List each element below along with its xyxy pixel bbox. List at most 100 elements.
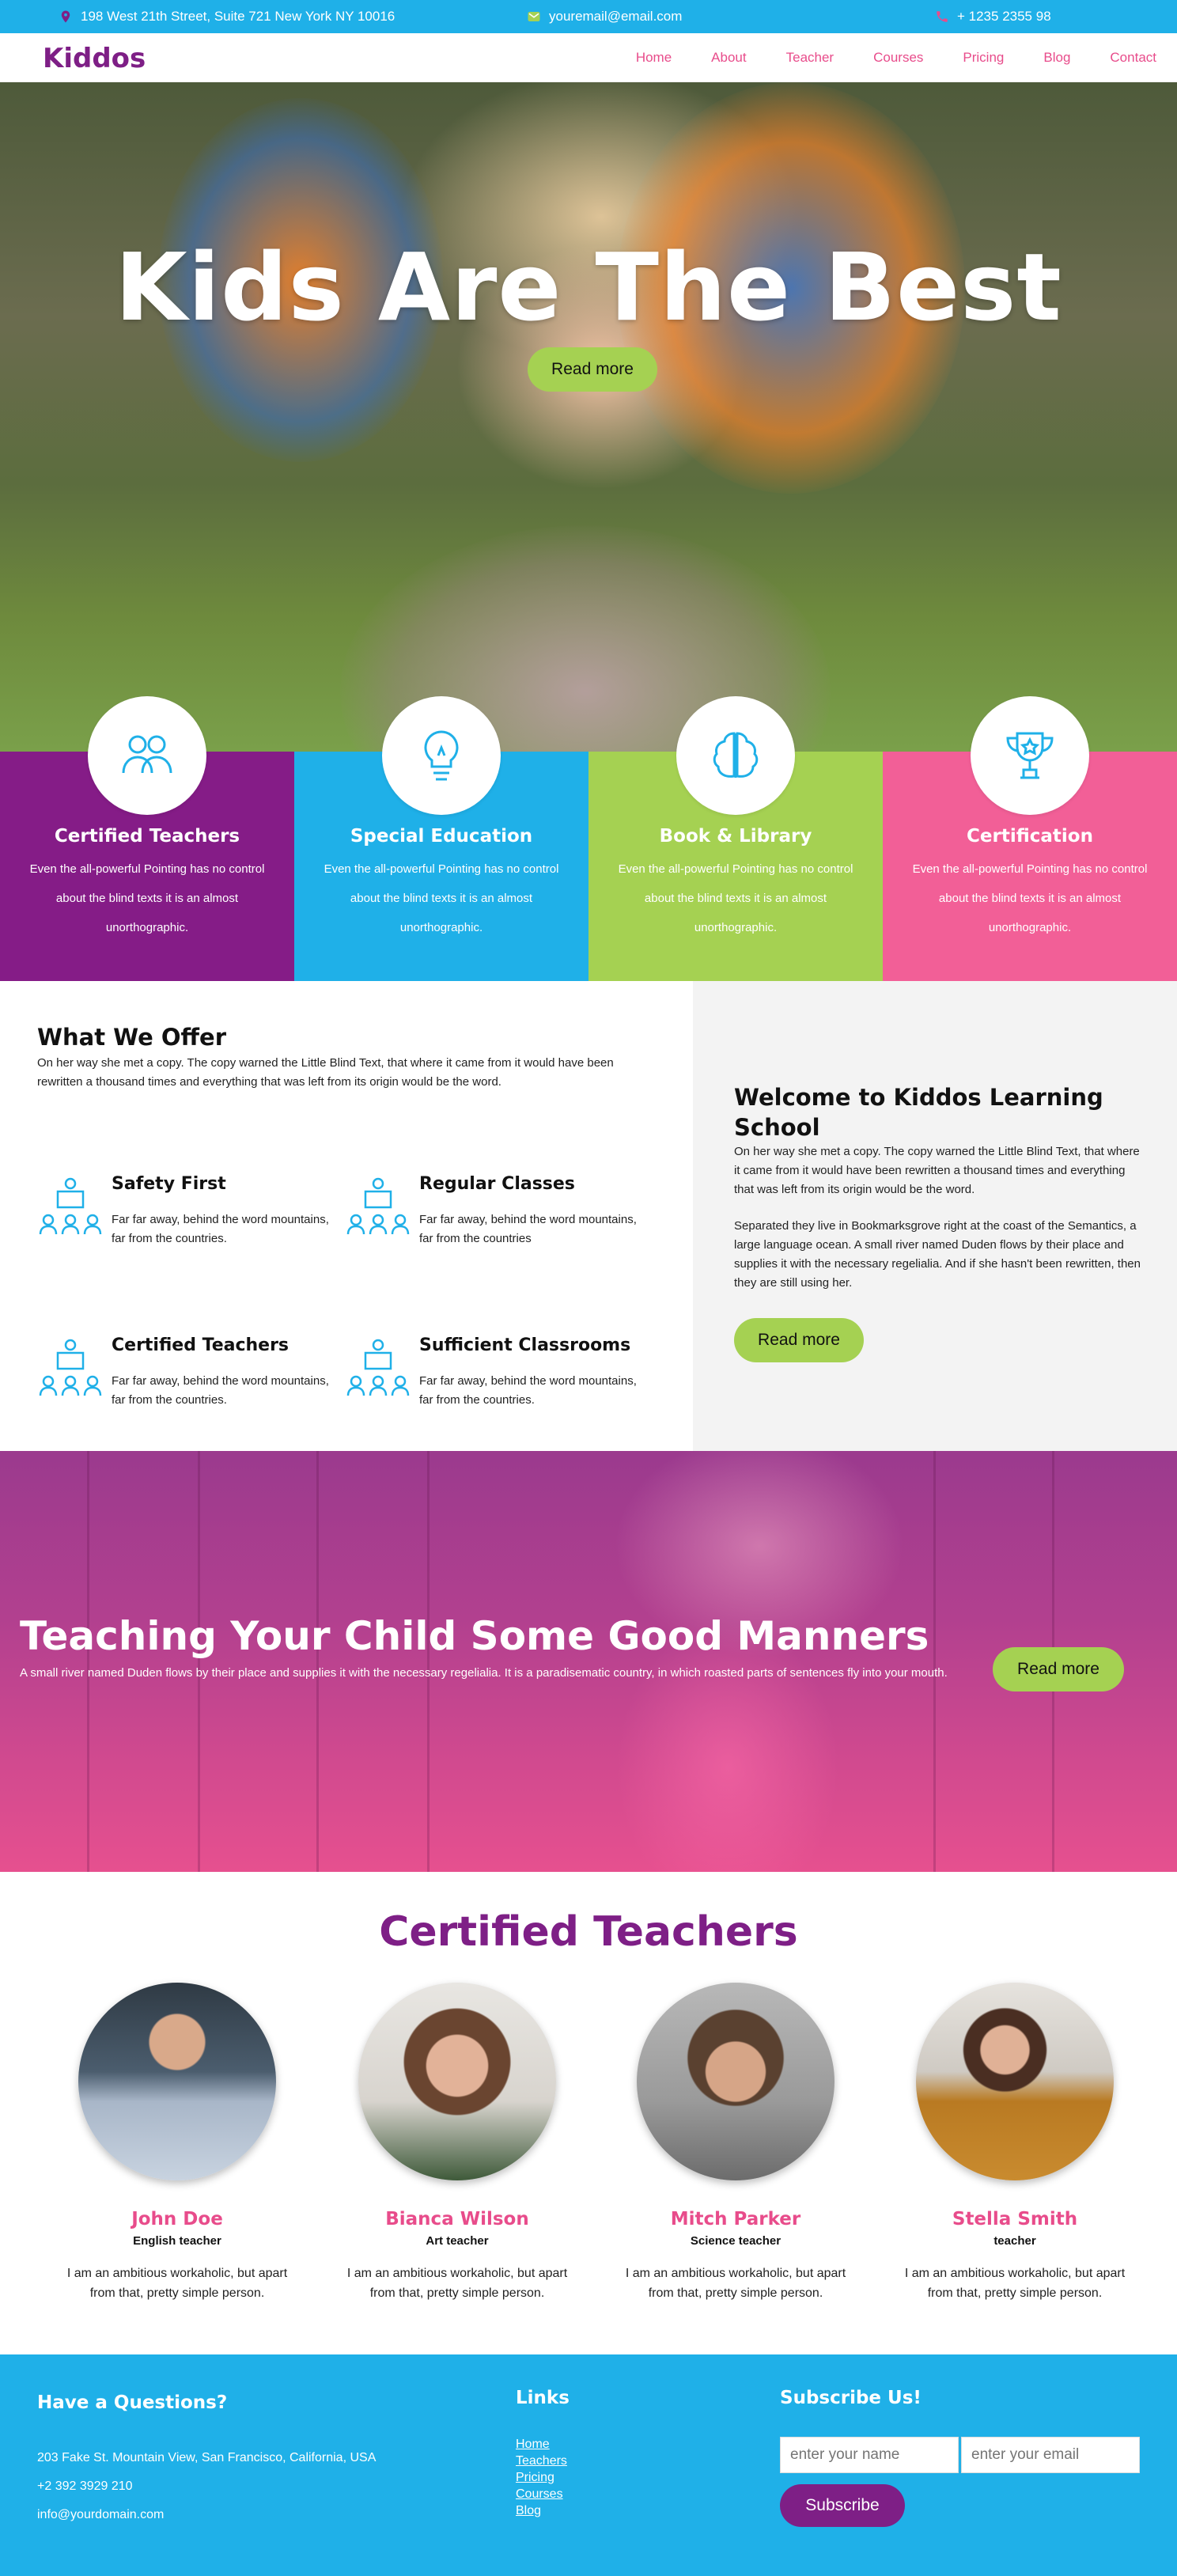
- teacher-bio: I am an ambitious workaholic, but apart …: [904, 2267, 1126, 2300]
- footer-link-pricing[interactable]: Pricing: [516, 2471, 567, 2485]
- wood-plank-line: [933, 1451, 936, 1872]
- footer-link-teachers[interactable]: Teachers: [516, 2454, 567, 2468]
- teacher-avatar: [916, 1983, 1114, 2180]
- feature-text: Even the all-powerful Pointing has no co…: [29, 862, 265, 934]
- feature-title: Certified Teachers: [54, 826, 240, 847]
- feature-title: Certification: [967, 826, 1093, 847]
- brand-logo[interactable]: Kiddos: [43, 43, 146, 74]
- teacher-name: Mitch Parker: [670, 2209, 801, 2229]
- wood-plank-line: [87, 1451, 89, 1872]
- footer-links-list: Home Teachers Pricing Courses Blog: [516, 2438, 567, 2518]
- phone-text[interactable]: + 1235 2355 98: [957, 9, 1051, 25]
- footer-questions-title: Have a Questions?: [37, 2392, 228, 2413]
- certified-teachers-section: Certified Teachers John Doe English teac…: [0, 1872, 1177, 2354]
- nav-item-courses[interactable]: Courses: [873, 50, 923, 66]
- service-title: Regular Classes: [419, 1174, 575, 1194]
- feature-icon-circle: [676, 696, 795, 815]
- footer-link-blog[interactable]: Blog: [516, 2504, 567, 2518]
- teacher-avatar: [358, 1983, 556, 2180]
- footer: Have a Questions? 203 Fake St. Mountain …: [0, 2354, 1177, 2576]
- feature-icon-circle: [88, 696, 206, 815]
- teacher-avatar: [78, 1983, 276, 2180]
- phone-icon: [937, 11, 948, 22]
- feature-book-library: Book & Library Even the all-powerful Poi…: [588, 696, 883, 981]
- footer-link-home[interactable]: Home: [516, 2438, 567, 2452]
- service-title: Safety First: [112, 1174, 226, 1194]
- paper-plane-icon: [528, 12, 540, 21]
- feature-certified-teachers: Certified Teachers Even the all-powerful…: [0, 696, 294, 981]
- welcome-paragraph-2: Separated they live in Bookmarksgrove ri…: [734, 1219, 1141, 1290]
- wood-plank-line: [427, 1451, 430, 1872]
- welcome-paragraph-1: On her way she met a copy. The copy warn…: [734, 1145, 1140, 1196]
- teacher-name: Stella Smith: [952, 2209, 1078, 2229]
- teacher-bio: I am an ambitious workaholic, but apart …: [346, 2267, 568, 2300]
- feature-text: Even the all-powerful Pointing has no co…: [912, 862, 1148, 934]
- footer-phone[interactable]: +2 392 3929 210: [37, 2479, 133, 2494]
- welcome-section: Welcome to Kiddos Learning School On her…: [693, 981, 1177, 1451]
- nav-item-pricing[interactable]: Pricing: [963, 50, 1004, 66]
- feature-text: Even the all-powerful Pointing has no co…: [618, 862, 853, 934]
- manners-read-more-button[interactable]: Read more: [993, 1647, 1124, 1691]
- teacher-card: Mitch Parker Science teacher I am an amb…: [601, 1983, 870, 2303]
- offer-intro: On her way she met a copy. The copy warn…: [37, 1056, 614, 1089]
- feature-special-education: Special Education Even the all-powerful …: [294, 696, 588, 981]
- footer-link-courses[interactable]: Courses: [516, 2487, 567, 2502]
- service-certified-teachers: Certified Teachers Far far away, behind …: [37, 1335, 346, 1422]
- feature-text: Even the all-powerful Pointing has no co…: [324, 862, 559, 934]
- subscribe-email-input[interactable]: [961, 2437, 1140, 2473]
- teacher-name: Bianca Wilson: [385, 2209, 529, 2229]
- email-text[interactable]: youremail@email.com: [549, 9, 682, 25]
- classroom-icon: [346, 1177, 410, 1235]
- brain-icon: [713, 732, 759, 778]
- teacher-role: teacher: [993, 2234, 1036, 2248]
- nav-item-about[interactable]: About: [711, 50, 746, 66]
- teacher-card: John Doe English teacher I am an ambitio…: [43, 1983, 312, 2303]
- location-pin-icon: [61, 10, 70, 23]
- teacher-name: John Doe: [131, 2209, 223, 2229]
- nav-item-home[interactable]: Home: [636, 50, 672, 66]
- offer-title: What We Offer: [37, 1024, 226, 1051]
- main-nav: Kiddos Home About Teacher Courses Pricin…: [0, 33, 1177, 82]
- nav-menu: Home About Teacher Courses Pricing Blog …: [596, 33, 1156, 82]
- good-manners-banner: Teaching Your Child Some Good Manners A …: [0, 1451, 1177, 1872]
- footer-address: 203 Fake St. Mountain View, San Francisc…: [37, 2451, 377, 2464]
- teachers-icon: [122, 735, 172, 774]
- teachers-title: Certified Teachers: [379, 1908, 798, 1956]
- teacher-bio: I am an ambitious workaholic, but apart …: [625, 2267, 846, 2300]
- subscribe-name-input[interactable]: [780, 2437, 959, 2473]
- email-info: youremail@email.com: [527, 0, 682, 33]
- phone-info: + 1235 2355 98: [935, 0, 1051, 33]
- top-info-bar: 198 West 21th Street, Suite 721 New York…: [0, 0, 1177, 33]
- nav-item-blog[interactable]: Blog: [1043, 50, 1070, 66]
- teacher-bio: I am an ambitious workaholic, but apart …: [66, 2267, 288, 2300]
- footer-links-title: Links: [516, 2388, 570, 2408]
- classroom-icon: [39, 1339, 102, 1396]
- hero-banner: Kids Are The Best Read more: [0, 82, 1177, 752]
- service-text: Far far away, behind the word mountains,…: [419, 1374, 637, 1407]
- footer-email[interactable]: info@yourdomain.com: [37, 2508, 164, 2522]
- feature-certification: Certification Even the all-powerful Poin…: [883, 696, 1177, 981]
- service-title: Certified Teachers: [112, 1335, 290, 1355]
- service-text: Far far away, behind the word mountains,…: [112, 1213, 329, 1245]
- nav-item-contact[interactable]: Contact: [1110, 50, 1156, 66]
- service-regular-classes: Regular Classes Far far away, behind the…: [345, 1174, 653, 1261]
- teacher-card: Bianca Wilson Art teacher I am an ambiti…: [323, 1983, 592, 2303]
- service-sufficient-classrooms: Sufficient Classrooms Far far away, behi…: [345, 1335, 653, 1422]
- lightbulb-icon: [424, 730, 459, 781]
- what-we-offer-section: What We Offer On her way she met a copy.…: [0, 981, 693, 1451]
- welcome-read-more-button[interactable]: Read more: [734, 1318, 864, 1362]
- feature-title: Special Education: [350, 826, 533, 847]
- classroom-icon: [39, 1177, 102, 1235]
- teacher-role: Art teacher: [426, 2234, 489, 2248]
- service-text: Far far away, behind the word mountains,…: [419, 1213, 637, 1245]
- service-text: Far far away, behind the word mountains,…: [112, 1374, 329, 1407]
- nav-item-teacher[interactable]: Teacher: [786, 50, 834, 66]
- wood-plank-line: [198, 1451, 200, 1872]
- trophy-icon: [1006, 732, 1054, 779]
- hero-read-more-button[interactable]: Read more: [528, 347, 657, 392]
- teacher-avatar: [637, 1983, 834, 2180]
- classroom-icon: [346, 1339, 410, 1396]
- teacher-role: English teacher: [133, 2234, 221, 2248]
- feature-title: Book & Library: [659, 826, 812, 847]
- subscribe-button[interactable]: Subscribe: [780, 2484, 905, 2527]
